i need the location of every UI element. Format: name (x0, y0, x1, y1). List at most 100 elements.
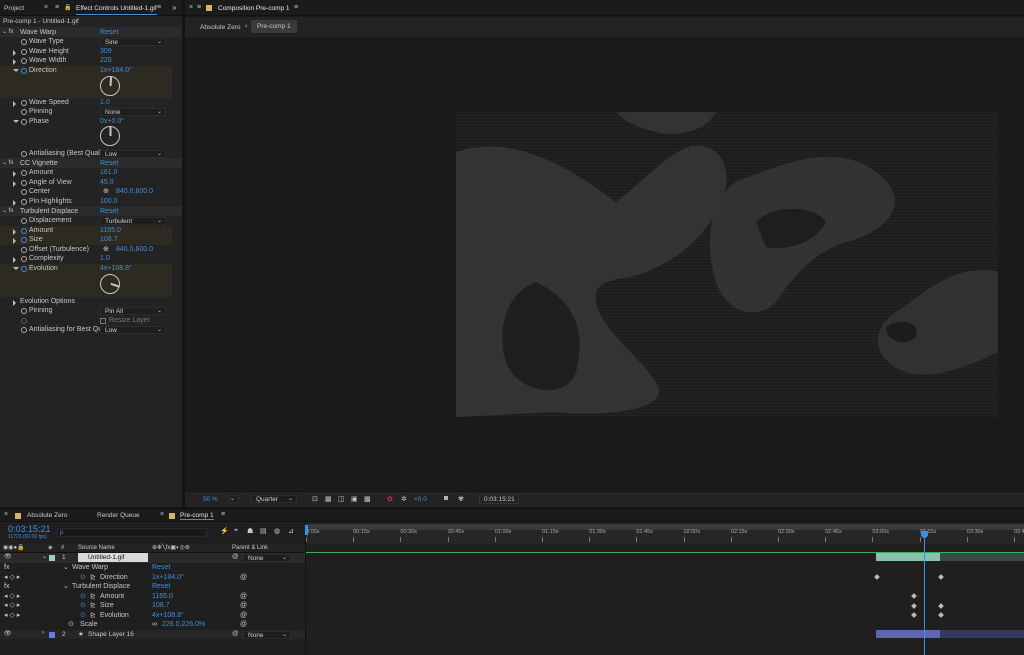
chevron-right-icon[interactable] (13, 228, 16, 235)
layer2-bar[interactable] (876, 630, 940, 638)
zoom-value[interactable]: 50 % (203, 496, 218, 503)
chevron-right-icon[interactable] (13, 49, 16, 56)
effect-wave-warp[interactable]: Wave Warp (72, 563, 108, 573)
stopwatch-icon[interactable] (21, 39, 27, 45)
center-value[interactable]: 840.0,600.0 (116, 187, 153, 197)
col-parent[interactable]: Parent & Link (232, 545, 268, 551)
direction-value[interactable]: 1x+184.0° (152, 573, 184, 583)
draft-3d-icon[interactable]: ⌖ (234, 527, 238, 535)
lock-icon[interactable]: 🔒 (64, 4, 71, 11)
stopwatch-icon[interactable] (21, 170, 27, 176)
chevron-right-icon[interactable] (13, 180, 16, 187)
fx-icon[interactable]: ⌄ fx (2, 159, 13, 166)
shy-icon[interactable]: ☗ (247, 527, 253, 535)
region-icon[interactable]: ▣ (351, 495, 358, 503)
stopwatch-icon[interactable]: ⊙ (80, 592, 86, 602)
displacement-dropdown[interactable]: Turbulent ⌄ (100, 217, 166, 225)
stopwatch-icon[interactable] (21, 227, 27, 234)
work-area-start-marker[interactable] (305, 525, 308, 535)
stopwatch-icon[interactable] (21, 109, 27, 115)
search-input[interactable]: ρ (57, 528, 207, 537)
graph-icon[interactable]: ⊵ (90, 592, 96, 602)
col-source-name[interactable]: Source Name (78, 545, 115, 551)
stopwatch-icon[interactable] (21, 198, 27, 205)
snapshot-icon[interactable]: ⊡ (312, 495, 318, 503)
reset-button[interactable]: Reset (152, 582, 170, 592)
pinning-dropdown[interactable]: None ⌄ (100, 108, 166, 116)
amount-value[interactable]: 1165.0 (152, 592, 173, 602)
chevron-down-icon[interactable]: ⌄ (63, 582, 69, 592)
antialiasing-dropdown[interactable]: Low ⌄ (100, 326, 166, 334)
current-timecode[interactable]: 0:03:15:21 (8, 524, 51, 534)
layer2-track[interactable] (940, 630, 1024, 638)
chevron-down-icon[interactable] (13, 68, 19, 72)
direction-dial[interactable] (100, 76, 120, 96)
keyframe-nav-icon[interactable]: ◂ ◇ ▸ (4, 601, 20, 611)
tab-composition[interactable]: Composition Pre-comp 1 (218, 5, 290, 12)
evolution-value[interactable]: 4x+108.8° (152, 611, 184, 621)
angle-value[interactable]: 45.0 (100, 178, 114, 188)
complexity-value[interactable]: 1.0 (100, 254, 110, 264)
reset-button[interactable]: Reset (152, 563, 170, 573)
parent-dropdown[interactable]: None ⌄ (243, 554, 291, 562)
chevron-down-icon[interactable]: ⌄ (63, 563, 69, 573)
amount-value[interactable]: 1165.0 (100, 226, 121, 236)
stopwatch-icon[interactable] (21, 99, 27, 106)
wave-width-value[interactable]: 220 (100, 56, 112, 66)
spiral-icon[interactable]: @ (240, 601, 247, 611)
crosshair-icon[interactable]: ⊕ (103, 187, 109, 197)
tab-effect-controls[interactable]: Effect Controls Untitled-1.gif (76, 5, 157, 15)
exposure-value[interactable]: +0.0 (414, 496, 427, 503)
pin-highlights-value[interactable]: 100.0 (100, 197, 118, 207)
chevron-down-icon[interactable] (13, 119, 19, 123)
stopwatch-icon[interactable] (21, 118, 27, 125)
stopwatch-icon[interactable] (21, 67, 27, 74)
direction-value[interactable]: 1x+184.0° (100, 66, 132, 76)
label-color-swatch[interactable] (49, 631, 55, 638)
spiral-icon[interactable]: @ (240, 611, 247, 621)
layer1-bar[interactable] (876, 553, 940, 561)
layer-name-field[interactable]: Untitled-1.gif (78, 553, 148, 562)
scale-value[interactable]: 226.0,226.0% (162, 620, 205, 630)
transparency-icon[interactable]: ▩ (364, 495, 371, 503)
tab-render-queue[interactable]: Render Queue (97, 512, 140, 519)
parent-dropdown[interactable]: None ⌄ (243, 631, 291, 639)
stopwatch-icon[interactable] (21, 48, 27, 55)
stopwatch-icon[interactable]: ⊙ (68, 620, 74, 630)
frame-blend-icon[interactable]: ▤ (260, 527, 267, 535)
stopwatch-icon[interactable] (21, 179, 27, 186)
crosshair-icon[interactable]: ⊕ (103, 245, 109, 255)
tab-pre-comp[interactable]: Pre-comp 1 (180, 512, 214, 520)
stopwatch-icon[interactable] (21, 246, 27, 253)
show-snapshot-icon[interactable]: ✾ (458, 495, 464, 503)
menu-icon[interactable]: ≡ (197, 4, 201, 11)
overflow-icon[interactable]: » (172, 3, 176, 12)
chevron-down-icon[interactable] (13, 266, 19, 270)
timecode-field[interactable]: 0:03:15:21 (479, 494, 519, 504)
close-icon[interactable]: × (189, 4, 193, 11)
menu-icon[interactable]: ≡ (157, 4, 161, 11)
chevron-right-icon[interactable] (13, 199, 16, 206)
tab-absolute-zero[interactable]: Absolute Zero (27, 512, 67, 519)
fx-icon[interactable]: ⌄ fx (2, 207, 13, 214)
chevron-right-icon[interactable] (13, 257, 16, 263)
graph-icon[interactable]: ⊵ (90, 573, 96, 583)
evolution-value[interactable]: 4x+108.8° (100, 264, 132, 274)
antialiasing-dropdown[interactable]: Low ⌄ (100, 149, 166, 158)
flow-item-pre-comp[interactable]: Pre-comp 1 (251, 20, 297, 33)
menu-icon[interactable]: ≡ (221, 511, 225, 518)
link-icon[interactable]: ∞ (152, 620, 157, 630)
amount-value[interactable]: 161.0 (100, 168, 118, 178)
camera-icon[interactable]: ◙ (444, 495, 448, 502)
grid-icon[interactable]: ▦ (325, 495, 332, 503)
stopwatch-icon[interactable] (21, 308, 27, 314)
layer-name[interactable]: Shape Layer 16 (88, 631, 134, 638)
stopwatch-icon[interactable] (21, 58, 27, 64)
size-value[interactable]: 108.7 (100, 235, 118, 245)
stopwatch-icon[interactable] (21, 237, 27, 243)
mask-icon[interactable]: ◫ (338, 495, 345, 503)
composition-viewer[interactable] (456, 112, 998, 417)
reset-button[interactable]: Reset (100, 208, 118, 215)
graph-icon[interactable]: ⊵ (90, 601, 96, 611)
color-icon[interactable]: ✿ (387, 495, 393, 503)
